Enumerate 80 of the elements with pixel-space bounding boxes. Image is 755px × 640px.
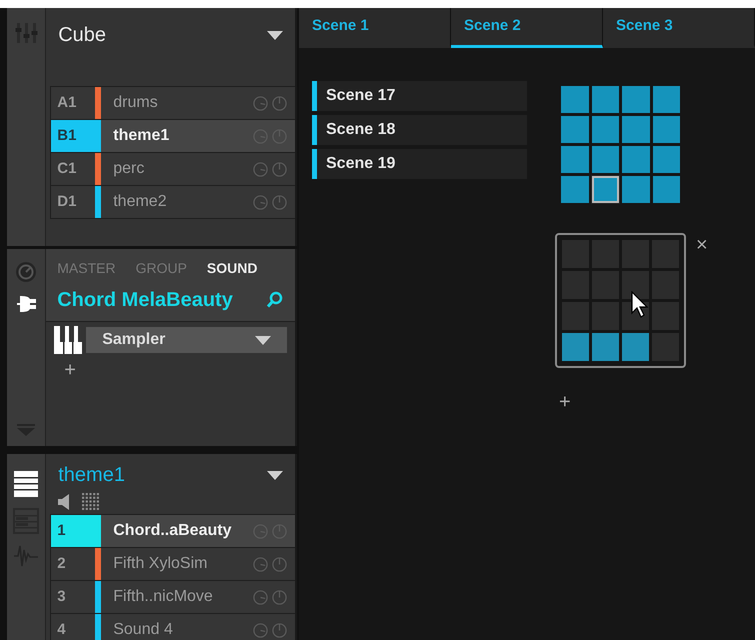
knob-icon[interactable] [253,622,268,638]
pad[interactable] [561,116,588,143]
row-name: Chord..aBeauty [113,521,232,541]
power-icon[interactable] [272,622,287,638]
plug-icon[interactable] [15,295,38,313]
dropdown-arrow-icon[interactable] [255,336,271,344]
power-icon[interactable] [272,590,287,604]
pad[interactable] [561,146,588,173]
list-row[interactable]: 2 Fifth XyloSim [51,548,295,581]
knob-icon[interactable] [15,261,38,283]
panel-tab[interactable]: SOUND [206,258,258,279]
knob-icon[interactable] [253,96,268,110]
pad[interactable] [622,86,650,113]
pad-cell[interactable] [622,333,649,361]
slot-label: D1 [56,192,78,212]
pad[interactable] [622,116,650,143]
pad[interactable] [652,116,680,143]
pad[interactable] [561,176,588,203]
knob-icon[interactable] [253,590,268,604]
list-row[interactable]: D1 theme2 [51,186,295,219]
row-name: theme1 [113,126,170,146]
pad[interactable] [652,86,680,113]
search-icon[interactable] [266,291,284,309]
power-icon[interactable] [272,96,287,110]
add-plugin-button[interactable]: + [54,360,287,380]
row-name: drums [113,93,159,113]
list-row[interactable]: A1 drums [51,87,295,120]
dropdown-arrow-icon[interactable] [267,470,283,480]
row-name: Sound 4 [113,620,174,640]
slot-label: 1 [51,515,96,547]
scene-item[interactable]: Scene 17 [312,81,527,111]
add-pad-button[interactable]: + [559,392,571,412]
slot-label: B1 [51,120,96,152]
pad-cell[interactable] [562,333,589,361]
power-icon[interactable] [272,194,287,210]
slot-label: 4 [56,620,67,640]
knob-icon[interactable] [253,194,268,210]
project-title: Cube [58,23,106,48]
slot-label: 2 [56,554,67,574]
scene-tab[interactable]: Scene 3 [603,8,755,48]
list-row[interactable]: C1 perc [51,153,295,186]
pad[interactable] [622,146,650,173]
close-button[interactable]: × [696,235,708,255]
list-icon[interactable] [13,470,40,498]
pad-cell[interactable] [592,333,619,361]
list-row[interactable]: 3 Fifth..nicMove [51,581,295,614]
scene-tab[interactable]: Scene 1 [299,8,451,48]
row-name: theme2 [113,192,168,212]
pad[interactable] [561,86,588,113]
pad-cell[interactable] [622,271,649,299]
row-name: perc [113,159,146,179]
pad[interactable] [592,116,619,143]
dropdown-arrow-icon[interactable] [267,30,283,40]
speaker-icon[interactable] [58,494,70,510]
mixer-icon[interactable] [14,22,38,44]
power-icon[interactable] [272,162,287,176]
pad[interactable] [592,146,619,173]
scene-item[interactable]: Scene 18 [312,115,527,145]
sound-name: Chord MelaBeauty [57,288,233,313]
slot-label: A1 [56,92,78,113]
row-name: Fifth..nicMove [113,587,214,607]
pad[interactable] [592,86,619,113]
plugin-dropdown[interactable]: Sampler [86,327,287,353]
cursor-icon [631,291,649,319]
list-row[interactable]: 1 Chord..aBeauty [51,515,295,548]
knob-icon[interactable] [253,162,268,176]
scene-item[interactable]: Scene 19 [312,149,527,179]
row-name: Fifth XyloSim [113,554,208,574]
scene-tab[interactable]: Scene 2 [451,8,603,48]
knob-icon[interactable] [253,556,268,572]
slot-label: C1 [56,158,78,179]
pad[interactable] [622,176,650,203]
grid-icon[interactable] [82,493,100,511]
pad[interactable] [592,176,619,203]
group-title: theme1 [58,463,125,488]
power-icon[interactable] [272,556,287,572]
list-row[interactable]: B1 theme1 [51,120,295,153]
slot-label: 3 [56,586,67,607]
pad[interactable] [652,176,680,203]
pad[interactable] [652,146,680,173]
